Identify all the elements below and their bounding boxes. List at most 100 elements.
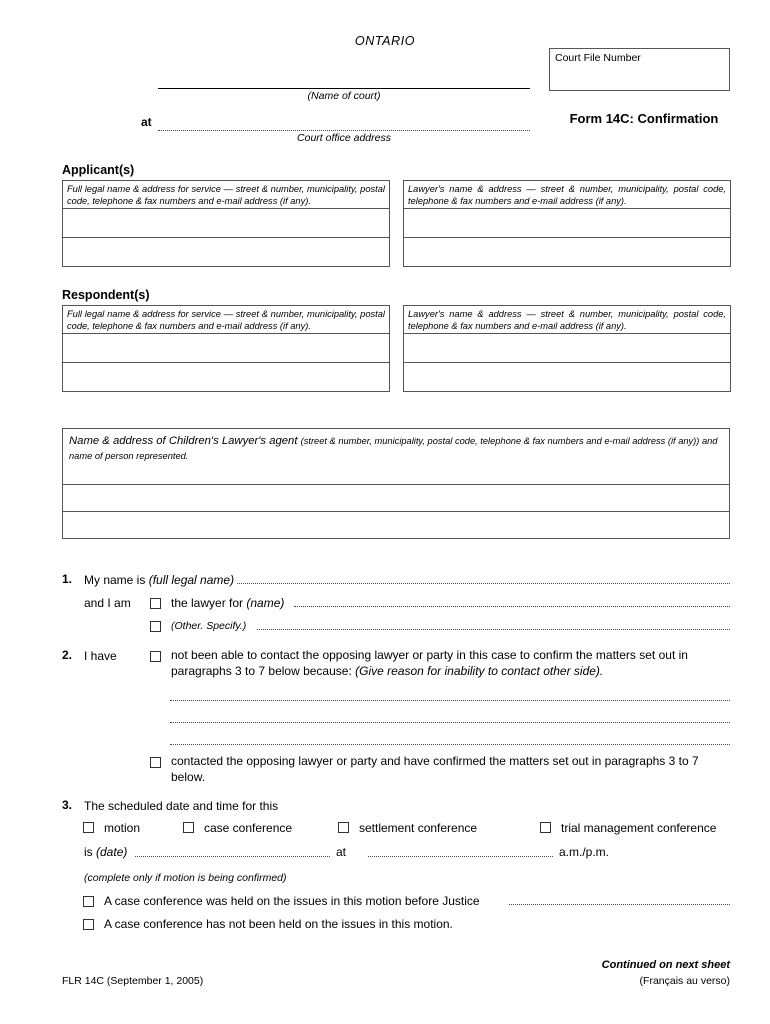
- checkbox-lawyer-for[interactable]: [150, 598, 161, 609]
- label-trial-management-conference: trial management conference: [561, 821, 717, 835]
- respondent-party-table: Full legal name & address for service — …: [62, 305, 390, 392]
- court-office-address-caption: Court office address: [297, 132, 391, 144]
- paragraph-2-lead: I have: [84, 649, 117, 663]
- table-row[interactable]: [62, 511, 730, 539]
- applicant-party-note-cell: Full legal name & address for service — …: [62, 180, 390, 209]
- jurisdiction-title: ONTARIO: [354, 34, 416, 48]
- motion-only-note: (complete only if motion is being confir…: [84, 872, 287, 884]
- date-hint: (date): [96, 845, 128, 859]
- label-motion: motion: [104, 821, 141, 835]
- respondent-lawyer-note-cell: Lawyer's name & address — street & numbe…: [403, 305, 731, 334]
- reason-input-line-1[interactable]: [170, 700, 730, 701]
- applicant-party-note: Full legal name & address for service — …: [67, 184, 385, 206]
- francais-note: (Français au verso): [639, 975, 730, 987]
- childrens-lawyer-field-2[interactable]: [62, 511, 730, 539]
- option-not-contacted-hint: (Give reason for inability to contact ot…: [355, 664, 604, 679]
- applicant-party-field-1[interactable]: [62, 208, 390, 238]
- court-file-number-box[interactable]: Court File Number: [549, 48, 730, 91]
- applicant-lawyer-note: Lawyer's name & address — street & numbe…: [408, 184, 726, 206]
- childrens-lawyer-field-1[interactable]: [62, 484, 730, 512]
- table-row: Name & address of Children's Lawyer's ag…: [62, 428, 730, 485]
- scheduled-is-label: is (date): [84, 844, 127, 860]
- court-office-address-input-rule[interactable]: [158, 130, 530, 131]
- checkbox-conference-not-held[interactable]: [83, 919, 94, 930]
- paragraph-3-number: 3.: [62, 798, 73, 812]
- table-row[interactable]: [62, 237, 390, 267]
- applicant-lawyer-table: Lawyer's name & address — street & numbe…: [403, 180, 731, 267]
- paragraph-1-and-i-am: and I am: [84, 596, 131, 610]
- is-text: is: [84, 845, 93, 859]
- checkbox-other-specify[interactable]: [150, 621, 161, 632]
- applicant-lawyer-field-1[interactable]: [403, 208, 731, 238]
- table-row[interactable]: [62, 208, 390, 238]
- name-of-court-input-rule[interactable]: [158, 88, 530, 89]
- paragraph-1-option-lawyer: the lawyer for (name): [171, 595, 284, 611]
- reason-input-line-2[interactable]: [170, 722, 730, 723]
- reason-input-line-3[interactable]: [170, 744, 730, 745]
- option-lawyer-hint: (name): [246, 596, 285, 610]
- respondent-heading: Respondent(s): [62, 288, 150, 302]
- form-code-footer: FLR 14C (September 1, 2005): [62, 975, 204, 987]
- paragraph-1-lead-text: My name is: [84, 573, 146, 587]
- table-row[interactable]: [403, 208, 731, 238]
- table-row[interactable]: [403, 237, 731, 267]
- at-label: at: [141, 115, 152, 129]
- checkbox-trial-management-conference[interactable]: [540, 822, 551, 833]
- respondent-lawyer-field-1[interactable]: [403, 333, 731, 363]
- table-row[interactable]: [62, 484, 730, 512]
- lawyer-for-name-input[interactable]: [294, 606, 730, 607]
- respondent-party-note-cell: Full legal name & address for service — …: [62, 305, 390, 334]
- table-row: Lawyer's name & address — street & numbe…: [403, 305, 731, 334]
- applicant-lawyer-note-cell: Lawyer's name & address — street & numbe…: [403, 180, 731, 209]
- scheduled-date-input[interactable]: [135, 856, 330, 857]
- justice-name-input[interactable]: [509, 904, 730, 905]
- form-page: ONTARIO Court File Number (Name of court…: [0, 0, 770, 1024]
- name-of-court-caption: (Name of court): [307, 90, 381, 102]
- respondent-lawyer-field-2[interactable]: [403, 362, 731, 392]
- checkbox-contacted[interactable]: [150, 757, 161, 768]
- respondent-lawyer-table: Lawyer's name & address — street & numbe…: [403, 305, 731, 392]
- table-row[interactable]: [403, 362, 731, 392]
- option-lawyer-text: the lawyer for: [171, 596, 244, 610]
- label-case-conference: case conference: [204, 821, 293, 835]
- checkbox-case-conference[interactable]: [183, 822, 194, 833]
- paragraph-1-number: 1.: [62, 572, 73, 586]
- paragraph-2-option-not-contacted: not been able to contact the opposing la…: [171, 647, 730, 679]
- table-row: Lawyer's name & address — street & numbe…: [403, 180, 731, 209]
- table-row[interactable]: [403, 333, 731, 363]
- respondent-party-field-2[interactable]: [62, 362, 390, 392]
- label-settlement-conference: settlement conference: [359, 821, 478, 835]
- paragraph-3-lead: The scheduled date and time for this: [84, 799, 279, 813]
- respondent-party-field-1[interactable]: [62, 333, 390, 363]
- table-row: Full legal name & address for service — …: [62, 305, 390, 334]
- table-row[interactable]: [62, 333, 390, 363]
- respondent-lawyer-note: Lawyer's name & address — street & numbe…: [408, 309, 726, 331]
- checkbox-not-contacted[interactable]: [150, 651, 161, 662]
- form-title: Form 14C: Confirmation: [569, 111, 719, 126]
- scheduled-at-label: at: [336, 845, 347, 859]
- table-row: Full legal name & address for service — …: [62, 180, 390, 209]
- table-row[interactable]: [62, 362, 390, 392]
- checkbox-motion[interactable]: [83, 822, 94, 833]
- childrens-lawyer-note: Name & address of Children's Lawyer's ag…: [69, 434, 723, 463]
- paragraph-1-lead: My name is (full legal name): [84, 572, 234, 588]
- paragraph-1-lead-hint: (full legal name): [148, 573, 235, 587]
- ampm-label: a.m./p.m.: [559, 845, 610, 859]
- applicant-heading: Applicant(s): [62, 163, 135, 177]
- label-conference-held: A case conference was held on the issues…: [104, 894, 480, 908]
- checkbox-conference-held[interactable]: [83, 896, 94, 907]
- full-legal-name-input[interactable]: [237, 583, 730, 584]
- continued-note: Continued on next sheet: [601, 959, 730, 971]
- scheduled-time-input[interactable]: [368, 856, 553, 857]
- label-conference-not-held: A case conference has not been held on t…: [104, 917, 453, 931]
- childrens-lawyer-note-cell: Name & address of Children's Lawyer's ag…: [62, 428, 730, 485]
- other-specify-input[interactable]: [257, 629, 730, 630]
- applicant-party-table: Full legal name & address for service — …: [62, 180, 390, 267]
- checkbox-settlement-conference[interactable]: [338, 822, 349, 833]
- childrens-lawyer-lead: Name & address of Children's Lawyer's ag…: [69, 435, 298, 447]
- applicant-party-field-2[interactable]: [62, 237, 390, 267]
- court-file-number-label: Court File Number: [555, 52, 641, 64]
- childrens-lawyer-agent-table: Name & address of Children's Lawyer's ag…: [62, 428, 730, 539]
- applicant-lawyer-field-2[interactable]: [403, 237, 731, 267]
- paragraph-1-option-other: (Other. Specify.): [171, 620, 247, 632]
